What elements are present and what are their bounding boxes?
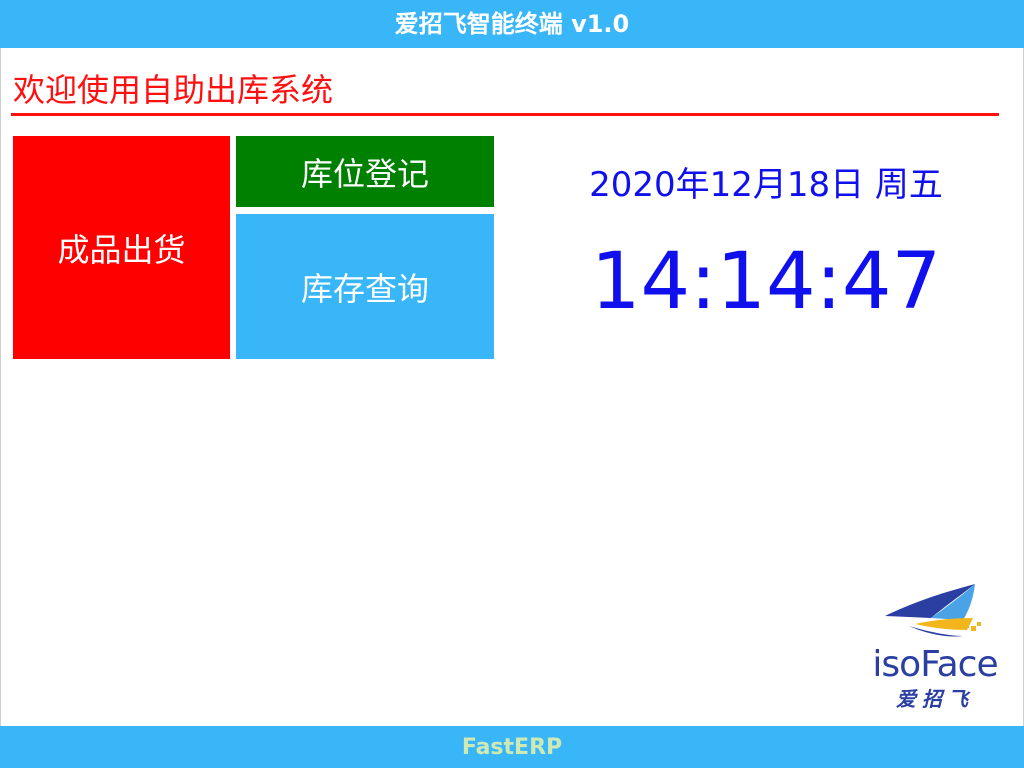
welcome-divider <box>11 113 999 116</box>
finished-goods-shipment-label: 成品出货 <box>57 230 186 269</box>
inventory-query-button[interactable]: 库存查询 <box>236 214 494 359</box>
footer-brand: FastERP <box>0 726 1024 768</box>
logo-subtitle: 爱招飞 <box>896 687 974 711</box>
current-time: 14:14:47 <box>590 237 942 327</box>
current-date: 2020年12月18日 周五 <box>589 165 943 205</box>
logo-word-face: Face <box>920 644 998 685</box>
welcome-heading: 欢迎使用自助出库系统 <box>13 71 334 109</box>
location-registration-button[interactable]: 库位登记 <box>236 136 494 207</box>
company-logo: isoFace 爱招飞 <box>853 578 1017 718</box>
logo-word-iso: iso <box>872 644 921 685</box>
location-registration-label: 库位登记 <box>300 154 429 193</box>
logo-wordmark: isoFace <box>853 644 1017 686</box>
main-content: 欢迎使用自助出库系统 成品出货 库位登记 库存查询 2020年12月18日 周五… <box>0 48 1024 726</box>
airplane-wing-icon <box>885 584 981 637</box>
finished-goods-shipment-button[interactable]: 成品出货 <box>13 136 230 359</box>
window-title: 爱招飞智能终端 v1.0 <box>0 0 1024 48</box>
inventory-query-label: 库存查询 <box>300 269 429 308</box>
